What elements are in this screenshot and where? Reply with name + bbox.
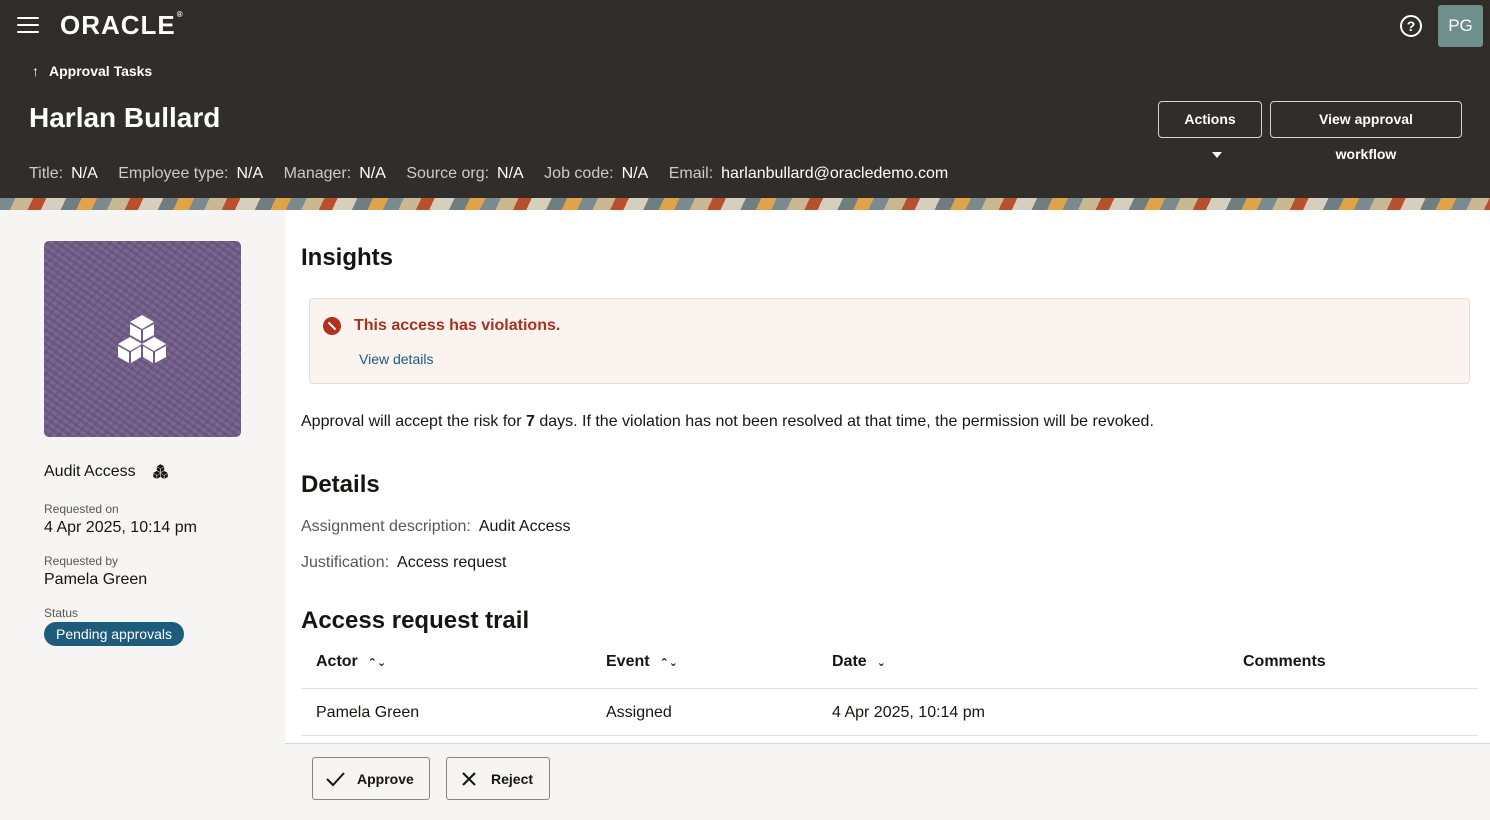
main-content: Insights This access has violations. Vie… — [285, 210, 1490, 743]
back-to-approval-tasks-link[interactable]: ↑ Approval Tasks — [32, 63, 152, 79]
table-header-divider — [301, 688, 1478, 689]
cubes-icon — [153, 464, 168, 479]
decorative-banner-strip — [0, 198, 1490, 210]
reject-button[interactable]: Reject — [446, 757, 550, 800]
meta-job-code-value: N/A — [621, 165, 649, 182]
meta-manager-value: N/A — [359, 165, 386, 182]
error-icon — [323, 317, 341, 335]
actions-button-label: Actions — [1184, 111, 1236, 127]
arrow-up-icon: ↑ — [32, 63, 39, 79]
details-heading: Details — [301, 471, 380, 498]
hamburger-menu-icon[interactable] — [17, 17, 39, 35]
checkmark-icon — [326, 772, 345, 787]
meta-title-label: Title: — [29, 165, 64, 182]
user-avatar[interactable]: PG — [1438, 5, 1483, 47]
action-footer: Approve Reject — [285, 743, 1490, 820]
requested-by-label: Requested by — [44, 554, 119, 568]
assignment-description-value: Audit Access — [478, 518, 571, 535]
status-label: Status — [44, 606, 79, 620]
alert-title: This access has violations. — [354, 317, 561, 334]
close-icon — [462, 772, 476, 786]
column-header-comments: Comments — [1243, 653, 1326, 670]
actions-menu-button[interactable]: Actions — [1158, 101, 1262, 159]
row-event: Assigned — [606, 704, 672, 721]
justification-value: Access request — [397, 554, 507, 571]
reject-button-label: Reject — [491, 771, 534, 787]
meta-source-org-value: N/A — [497, 165, 524, 182]
help-icon[interactable]: ? — [1400, 15, 1422, 37]
caret-down-icon — [1212, 152, 1222, 159]
requested-by-value: Pamela Green — [44, 571, 148, 588]
justification-label: Justification: — [301, 554, 390, 571]
user-meta-row: Title: N/A Employee type: N/A Manager: N/A … — [29, 165, 964, 183]
requested-on-label: Requested on — [44, 502, 119, 516]
meta-title-value: N/A — [71, 165, 98, 182]
row-actor: Pamela Green — [316, 704, 420, 721]
table-row-divider — [301, 735, 1478, 736]
risk-message: Approval will accept the risk for 7 days… — [301, 413, 1154, 431]
access-tile-image — [44, 241, 241, 437]
column-header-actor[interactable]: Actor ⌃⌄ — [316, 653, 386, 671]
view-details-link[interactable]: View details — [359, 351, 433, 367]
assignment-description-row: Assignment description: Audit Access — [301, 518, 570, 536]
status-badge: Pending approvals — [44, 622, 184, 646]
justification-row: Justification: Access request — [301, 554, 506, 572]
meta-employee-type-value: N/A — [236, 165, 264, 182]
risk-text-before: Approval will accept the risk for — [301, 413, 526, 430]
row-date: 4 Apr 2025, 10:14 pm — [832, 704, 985, 721]
risk-text-after: days. If the violation has not been reso… — [534, 413, 1154, 430]
access-request-trail-heading: Access request trail — [301, 607, 530, 634]
column-header-event[interactable]: Event ⌃⌄ — [606, 653, 678, 671]
date-header-label: Date — [832, 653, 867, 670]
approve-button-label: Approve — [357, 771, 414, 787]
back-link-label: Approval Tasks — [49, 63, 153, 79]
meta-email-label: Email: — [668, 165, 714, 182]
sort-icon: ⌃⌄ — [659, 657, 679, 669]
page-title: Harlan Bullard — [29, 102, 221, 133]
approve-button[interactable]: Approve — [312, 757, 430, 800]
meta-source-org-label: Source org: — [406, 165, 490, 182]
top-bar: ORACLE® ? PG — [0, 0, 1490, 52]
assignment-description-label: Assignment description: — [301, 518, 471, 535]
cubes-icon — [118, 315, 166, 363]
sort-icon: ⌃⌄ — [367, 657, 387, 669]
requested-on-value: 4 Apr 2025, 10:14 pm — [44, 519, 197, 536]
insights-heading: Insights — [301, 244, 394, 271]
actor-header-label: Actor — [316, 653, 358, 670]
access-name: Audit Access — [44, 463, 136, 480]
meta-employee-type-label: Employee type: — [118, 165, 229, 182]
meta-manager-label: Manager: — [283, 165, 352, 182]
violation-alert: This access has violations. View details — [309, 298, 1470, 384]
oracle-logo[interactable]: ORACLE® — [60, 10, 184, 41]
access-summary-panel: Audit Access Requested on 4 Apr 2025, 10… — [0, 210, 285, 820]
meta-email-value: harlanbullard@oracledemo.com — [721, 165, 949, 182]
sort-descending-icon: ⌄ — [876, 657, 886, 669]
column-header-date[interactable]: Date ⌄ — [832, 653, 886, 671]
event-header-label: Event — [606, 653, 650, 670]
risk-days: 7 — [525, 413, 535, 430]
view-approval-workflow-button[interactable]: View approval workflow — [1270, 101, 1462, 162]
page-header: ↑ Approval Tasks Harlan Bullard Actions V… — [0, 52, 1490, 198]
meta-job-code-label: Job code: — [544, 165, 614, 182]
